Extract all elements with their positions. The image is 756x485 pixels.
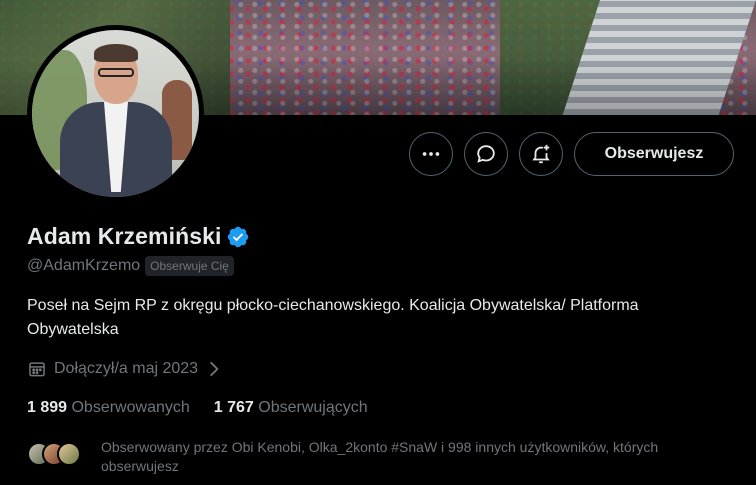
more-button[interactable] (409, 132, 453, 176)
message-button[interactable] (464, 132, 508, 176)
following-count: 1 899 (27, 399, 72, 416)
followed-by[interactable]: Obserwowany przez Obi Kenobi, Olka_2kont… (27, 438, 721, 476)
profile-bio: Poseł na Sejm RP z okręgu płocko-ciechan… (27, 297, 639, 338)
calendar-icon (29, 362, 45, 377)
notifications-button[interactable] (519, 132, 563, 176)
more-horizontal-icon (422, 152, 440, 156)
following-button[interactable]: Obserwujesz (574, 132, 734, 176)
avatar-glasses (98, 68, 134, 77)
mutual-avatars (27, 442, 93, 466)
follows-you-badge: Obserwuje Cię (145, 256, 234, 276)
following-label: Obserwowanych (71, 399, 190, 416)
profile-name-row: Adam Krzemiński (27, 223, 250, 250)
profile-actions: Obserwujesz (409, 132, 734, 176)
verified-badge-icon[interactable] (226, 225, 250, 249)
mutual-avatar (57, 442, 81, 466)
joined-date: Dołączył/a maj 2023 (54, 360, 199, 377)
followers-stat[interactable]: 1 767 Obserwujących (214, 399, 368, 417)
avatar-photo (32, 30, 199, 197)
following-stat[interactable]: 1 899 Obserwowanych (27, 399, 190, 417)
chevron-right-icon (210, 361, 219, 377)
followed-by-text: Obserwowany przez Obi Kenobi, Olka_2kont… (101, 439, 659, 474)
profile-handle-row: @AdamKrzemo Obserwuje Cię (27, 256, 234, 276)
profile-avatar[interactable] (27, 25, 204, 202)
profile-handle: @AdamKrzemo (27, 257, 141, 274)
bell-plus-icon (532, 144, 550, 164)
profile-stats: 1 899 Obserwowanych 1 767 Obserwujących (27, 399, 392, 417)
profile-name: Adam Krzemiński (27, 223, 222, 249)
followers-label: Obserwujących (258, 399, 368, 416)
avatar-hair (94, 44, 138, 62)
joined-date-row[interactable]: Dołączył/a maj 2023 (27, 359, 231, 379)
followers-count: 1 767 (213, 399, 259, 416)
message-icon (477, 145, 495, 163)
